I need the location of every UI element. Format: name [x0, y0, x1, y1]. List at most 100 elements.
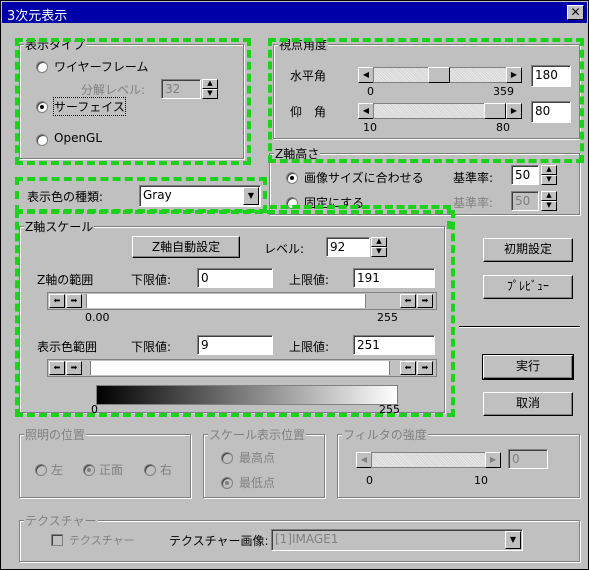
chevron-down-icon: ▼	[505, 531, 521, 549]
filter-input: 0	[508, 449, 548, 469]
z-auto-button[interactable]: Z軸自動設定	[132, 236, 240, 258]
scale-position-label: スケール表示位置	[208, 426, 307, 443]
scale-bottom-radio	[221, 477, 233, 489]
scroll-right-icon: ▶	[485, 452, 501, 468]
fit-image-label: 画像サイズに合わせる	[304, 171, 424, 185]
base-rate-input[interactable]: 50	[511, 165, 539, 185]
z-height-label: Z軸高さ	[274, 145, 321, 162]
spin-up-icon: ▲	[541, 165, 557, 175]
arrow-right-icon[interactable]: ➡	[417, 361, 433, 375]
z-upper-input[interactable]: 191	[353, 268, 435, 288]
arrow-right-icon[interactable]: ➡	[66, 294, 82, 308]
fixed-radio[interactable]	[286, 197, 298, 209]
arrow-left-icon[interactable]: ⬅	[49, 361, 65, 375]
elevation-max: 80	[496, 121, 510, 134]
wireframe-radio[interactable]	[36, 61, 48, 73]
color-range-fill[interactable]	[90, 361, 390, 375]
preview-button[interactable]: ﾌﾟﾚﾋﾞｭｰ	[483, 275, 573, 299]
arrow-right-icon[interactable]: ➡	[417, 294, 433, 308]
close-button[interactable]: ✕	[567, 5, 584, 20]
color-type-value: Gray	[143, 188, 172, 202]
scale-top-label: 最高点	[239, 451, 276, 465]
spin-up-icon: ▲	[371, 237, 387, 247]
z-tick-high: 255	[377, 311, 398, 324]
wireframe-label: ワイヤーフレーム	[54, 60, 149, 74]
c-lower-label: 下限値:	[131, 340, 172, 354]
surface-radio[interactable]	[36, 101, 48, 113]
dialog-window: 3次元表示 ✕ 表示タイプ ワイヤーフレーム 分解レベル: 32 ▲ ▼ サーフェ…	[0, 0, 589, 570]
spin-down-icon: ▼	[371, 247, 387, 257]
resolution-spinner[interactable]: ▲ ▼	[202, 79, 218, 99]
color-type-label: 表示色の種類:	[27, 190, 104, 204]
view-angle-label: 視点角度	[278, 36, 329, 53]
elevation-thumb[interactable]	[484, 103, 506, 119]
color-range-label: 表示色範囲	[37, 340, 98, 354]
scale-top-radio	[221, 452, 233, 464]
z-upper-label: 上限値:	[289, 273, 330, 287]
light-right-radio	[144, 464, 156, 476]
display-type-label: 表示タイプ	[24, 36, 87, 53]
level-input[interactable]: 92	[326, 237, 370, 257]
z-range-slider[interactable]: ⬅ ➡ ⬅ ➡	[47, 292, 437, 310]
opengl-radio[interactable]	[36, 134, 48, 146]
scroll-left-icon: ◀	[356, 452, 372, 468]
elevation-label: 仰 角	[290, 105, 327, 119]
scale-bottom-label: 最低点	[239, 476, 276, 490]
scroll-left-icon[interactable]: ◀	[358, 67, 374, 83]
texture-checkbox	[51, 534, 63, 546]
level-spinner[interactable]: ▲ ▼	[371, 237, 387, 257]
window-title: 3次元表示	[7, 9, 68, 24]
base-rate-label: 基準率:	[453, 171, 494, 185]
light-front-radio	[83, 464, 95, 476]
view-angle-group: 視点角度	[273, 36, 580, 139]
texture-image-select: [1]IMAGE1 ▼	[271, 529, 523, 551]
texture-image-value: [1]IMAGE1	[275, 532, 339, 546]
resolution-label: 分解レベル:	[81, 83, 146, 97]
base-rate-disabled-label: 基準率:	[453, 196, 494, 210]
init-button[interactable]: 初期設定	[483, 238, 573, 262]
gradient-high: 255	[379, 403, 400, 416]
z-lower-input[interactable]: 0	[197, 268, 273, 288]
arrow-left-icon[interactable]: ⬅	[49, 294, 65, 308]
c-lower-input[interactable]: 9	[197, 335, 273, 355]
base-rate-spinner[interactable]: ▲ ▼	[541, 165, 557, 185]
title-bar: 3次元表示 ✕	[2, 2, 587, 24]
light-left-label: 左	[51, 463, 64, 477]
color-range-slider[interactable]: ⬅ ➡ ⬅ ➡	[47, 359, 437, 377]
separator	[459, 326, 580, 328]
fixed-label: 固定にする	[304, 196, 365, 210]
base-rate-disabled-spinner: ▲ ▼	[541, 191, 557, 211]
cancel-button[interactable]: 取消	[483, 392, 573, 416]
spin-up-icon: ▲	[541, 191, 557, 201]
z-range-label: Z軸の範囲	[37, 273, 94, 287]
arrow-left-icon[interactable]: ⬅	[400, 294, 416, 308]
horizontal-angle-label: 水平角	[290, 69, 327, 83]
scroll-right-icon[interactable]: ▶	[506, 67, 522, 83]
horizontal-angle-thumb[interactable]	[428, 67, 450, 83]
light-left-radio	[35, 464, 47, 476]
color-type-select[interactable]: Gray ▼	[139, 185, 261, 207]
scroll-right-icon[interactable]: ▶	[506, 103, 522, 119]
filter-max: 10	[474, 474, 488, 487]
arrow-left-icon[interactable]: ⬅	[400, 361, 416, 375]
gray-gradient-bar	[96, 385, 398, 405]
scroll-left-icon[interactable]: ◀	[358, 103, 374, 119]
surface-label: サーフェイス	[53, 97, 126, 116]
filter-slider-track	[371, 452, 486, 468]
z-range-fill[interactable]	[86, 294, 366, 308]
spin-down-icon: ▼	[202, 89, 218, 99]
c-upper-label: 上限値:	[289, 340, 330, 354]
horizontal-angle-input[interactable]: 180	[531, 65, 571, 87]
z-lower-label: 下限値:	[131, 273, 172, 287]
c-upper-input[interactable]: 251	[353, 335, 435, 355]
elevation-input[interactable]: 80	[531, 101, 571, 123]
texture-label: テクスチャー	[24, 512, 98, 529]
resolution-input[interactable]: 32	[161, 79, 201, 99]
base-rate-disabled-input: 50	[511, 191, 539, 211]
level-label: レベル:	[264, 242, 305, 256]
run-button[interactable]: 実行	[482, 354, 574, 380]
chevron-down-icon[interactable]: ▼	[243, 187, 259, 205]
fit-image-radio[interactable]	[286, 172, 298, 184]
spin-down-icon: ▼	[541, 175, 557, 185]
arrow-right-icon[interactable]: ➡	[66, 361, 82, 375]
